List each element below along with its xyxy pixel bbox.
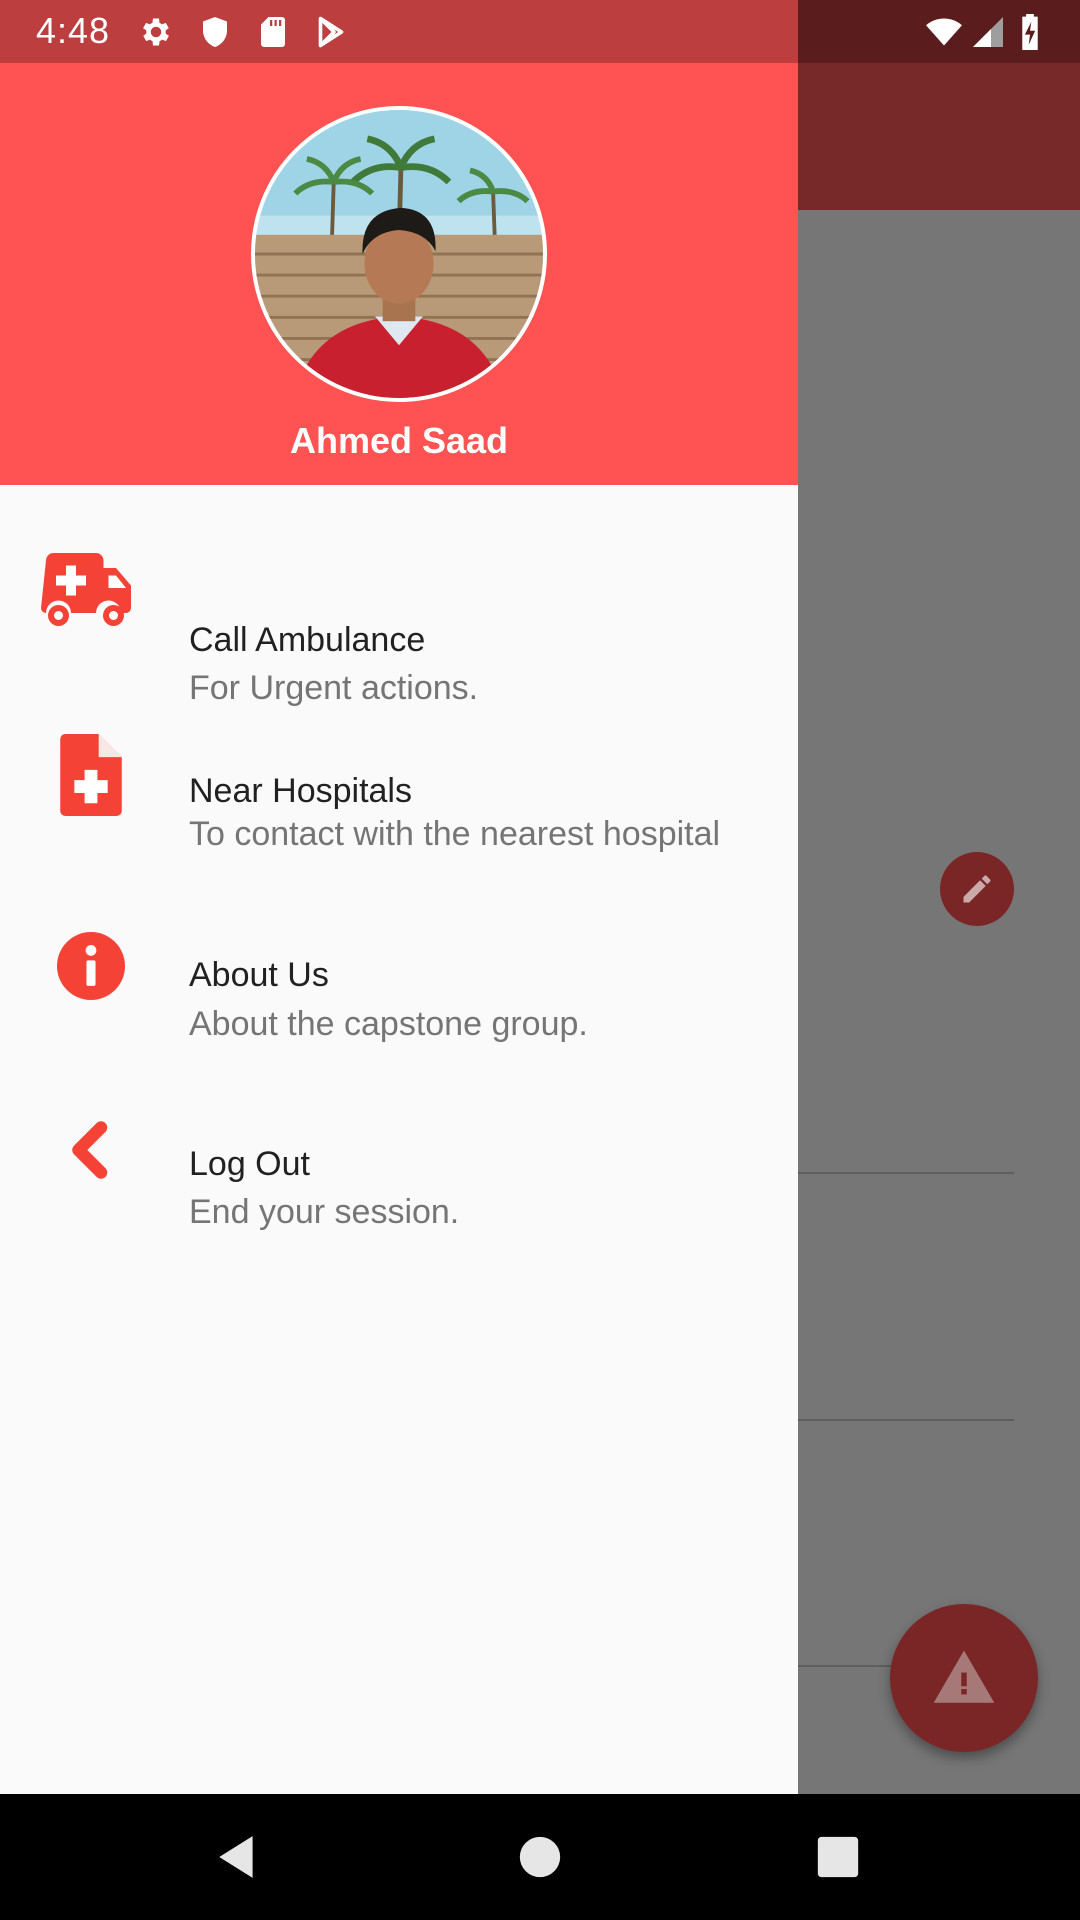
menu-item-title: Log Out — [189, 1145, 310, 1183]
drawer-header: Ahmed Saad — [0, 63, 798, 485]
system-navigation-bar — [0, 1794, 1080, 1920]
menu-item-title: Near Hospitals — [189, 772, 412, 810]
background-app-bar — [798, 63, 1080, 210]
menu-item-subtitle: End your session. — [189, 1193, 460, 1231]
menu-item-title: About Us — [189, 956, 329, 994]
play-store-icon — [313, 14, 349, 50]
medical-file-icon — [40, 733, 142, 817]
background-divider — [798, 1419, 1014, 1421]
chevron-left-icon — [40, 1115, 142, 1185]
back-icon — [219, 1836, 253, 1878]
menu-item-about-us[interactable]: About Us About the capstone group. — [0, 893, 798, 1043]
sd-card-icon — [255, 14, 291, 50]
warning-icon — [933, 1650, 995, 1703]
info-icon — [40, 931, 142, 1001]
navigation-drawer: Ahmed Saad Call Ambulance For Urgent act… — [0, 63, 798, 1794]
status-bar-left — [0, 0, 798, 63]
menu-item-title: Call Ambulance — [189, 621, 426, 659]
background-divider — [798, 1172, 1014, 1174]
ambulance-icon — [40, 553, 142, 633]
status-time: 4:48 — [36, 10, 111, 51]
status-bar: 4:48 — [0, 0, 1080, 63]
menu-item-log-out[interactable]: Log Out End your session. — [0, 1073, 798, 1231]
wifi-icon — [922, 14, 966, 50]
home-icon — [519, 1836, 561, 1878]
menu-item-subtitle: About the capstone group. — [189, 1005, 588, 1043]
recents-icon — [817, 1836, 859, 1878]
shield-icon — [197, 14, 233, 50]
emergency-alert-button[interactable] — [890, 1604, 1038, 1752]
signal-icon — [970, 14, 1006, 50]
pencil-icon — [963, 875, 991, 903]
menu-item-call-ambulance[interactable]: Call Ambulance For Urgent actions. — [0, 543, 798, 707]
user-name: Ahmed Saad — [289, 420, 509, 461]
back-button[interactable] — [208, 1827, 268, 1887]
menu-item-subtitle: To contact with the nearest hospital — [189, 815, 721, 853]
menu-item-near-hospitals[interactable]: Near Hospitals To contact with the neare… — [0, 693, 798, 873]
edit-button[interactable] — [940, 852, 1014, 926]
battery-charging-icon — [1018, 14, 1048, 50]
home-button[interactable] — [510, 1827, 570, 1887]
background-content — [798, 210, 1080, 1794]
avatar[interactable] — [251, 106, 547, 402]
recents-button[interactable] — [808, 1827, 868, 1887]
settings-icon — [138, 14, 174, 50]
